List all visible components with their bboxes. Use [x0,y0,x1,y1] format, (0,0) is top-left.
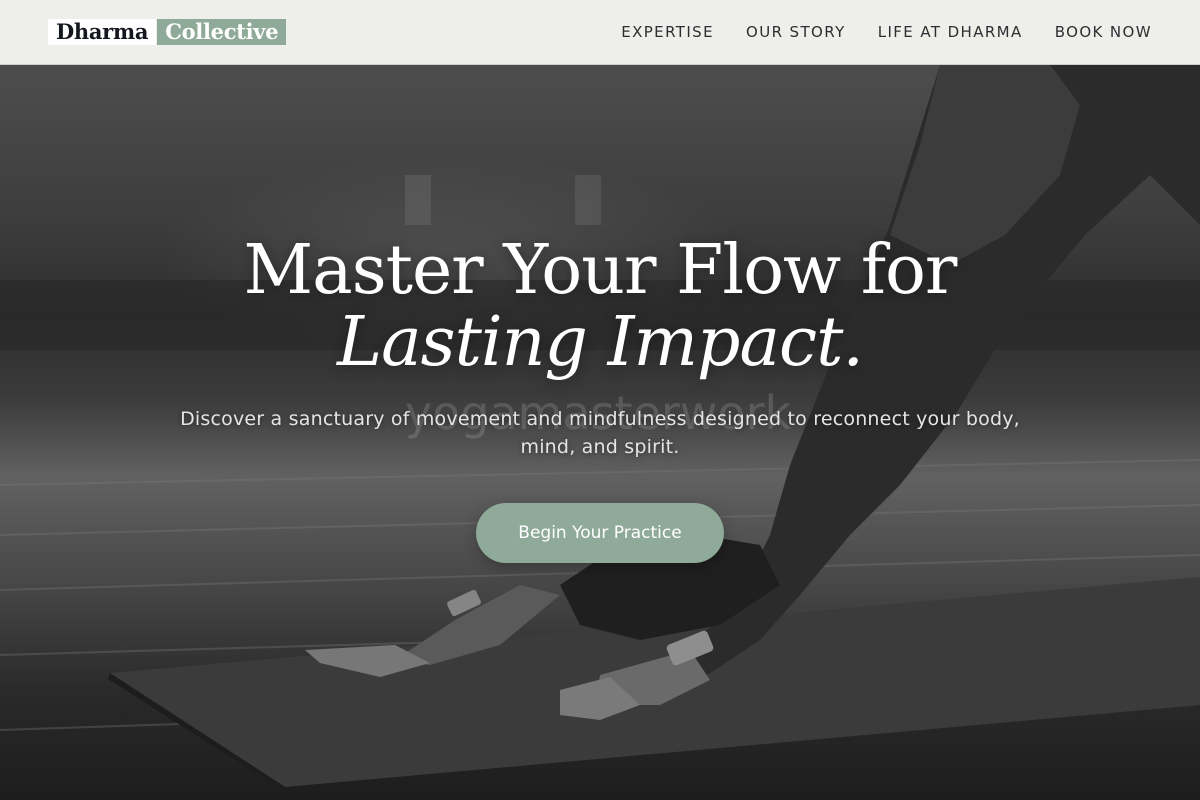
hero-title-line1: Master Your Flow for [243,231,958,310]
brand-name-primary: Dharma [48,19,157,45]
hero-subtitle: Discover a sanctuary of movement and min… [180,408,1020,458]
main-nav: EXPERTISE OUR STORY LIFE AT DHARMA BOOK … [589,23,1152,41]
hero-section: yogamasterwork Master Your Flow for Last… [0,65,1200,800]
hero-title: Master Your Flow for Lasting Impact. [0,235,1200,379]
hero-title-line2: Lasting Impact. [336,303,864,382]
nav-item-life-at-dharma[interactable]: LIFE AT DHARMA [878,23,1023,41]
site-header: Dharma Collective EXPERTISE OUR STORY LI… [0,0,1200,65]
brand-name-secondary: Collective [157,19,287,45]
nav-item-our-story[interactable]: OUR STORY [746,23,846,41]
begin-practice-button[interactable]: Begin Your Practice [476,503,724,563]
nav-item-book-now[interactable]: BOOK NOW [1055,23,1152,41]
nav-item-expertise[interactable]: EXPERTISE [621,23,714,41]
hero-content: Master Your Flow for Lasting Impact. Dis… [0,235,1200,563]
brand-logo[interactable]: Dharma Collective [48,19,287,45]
